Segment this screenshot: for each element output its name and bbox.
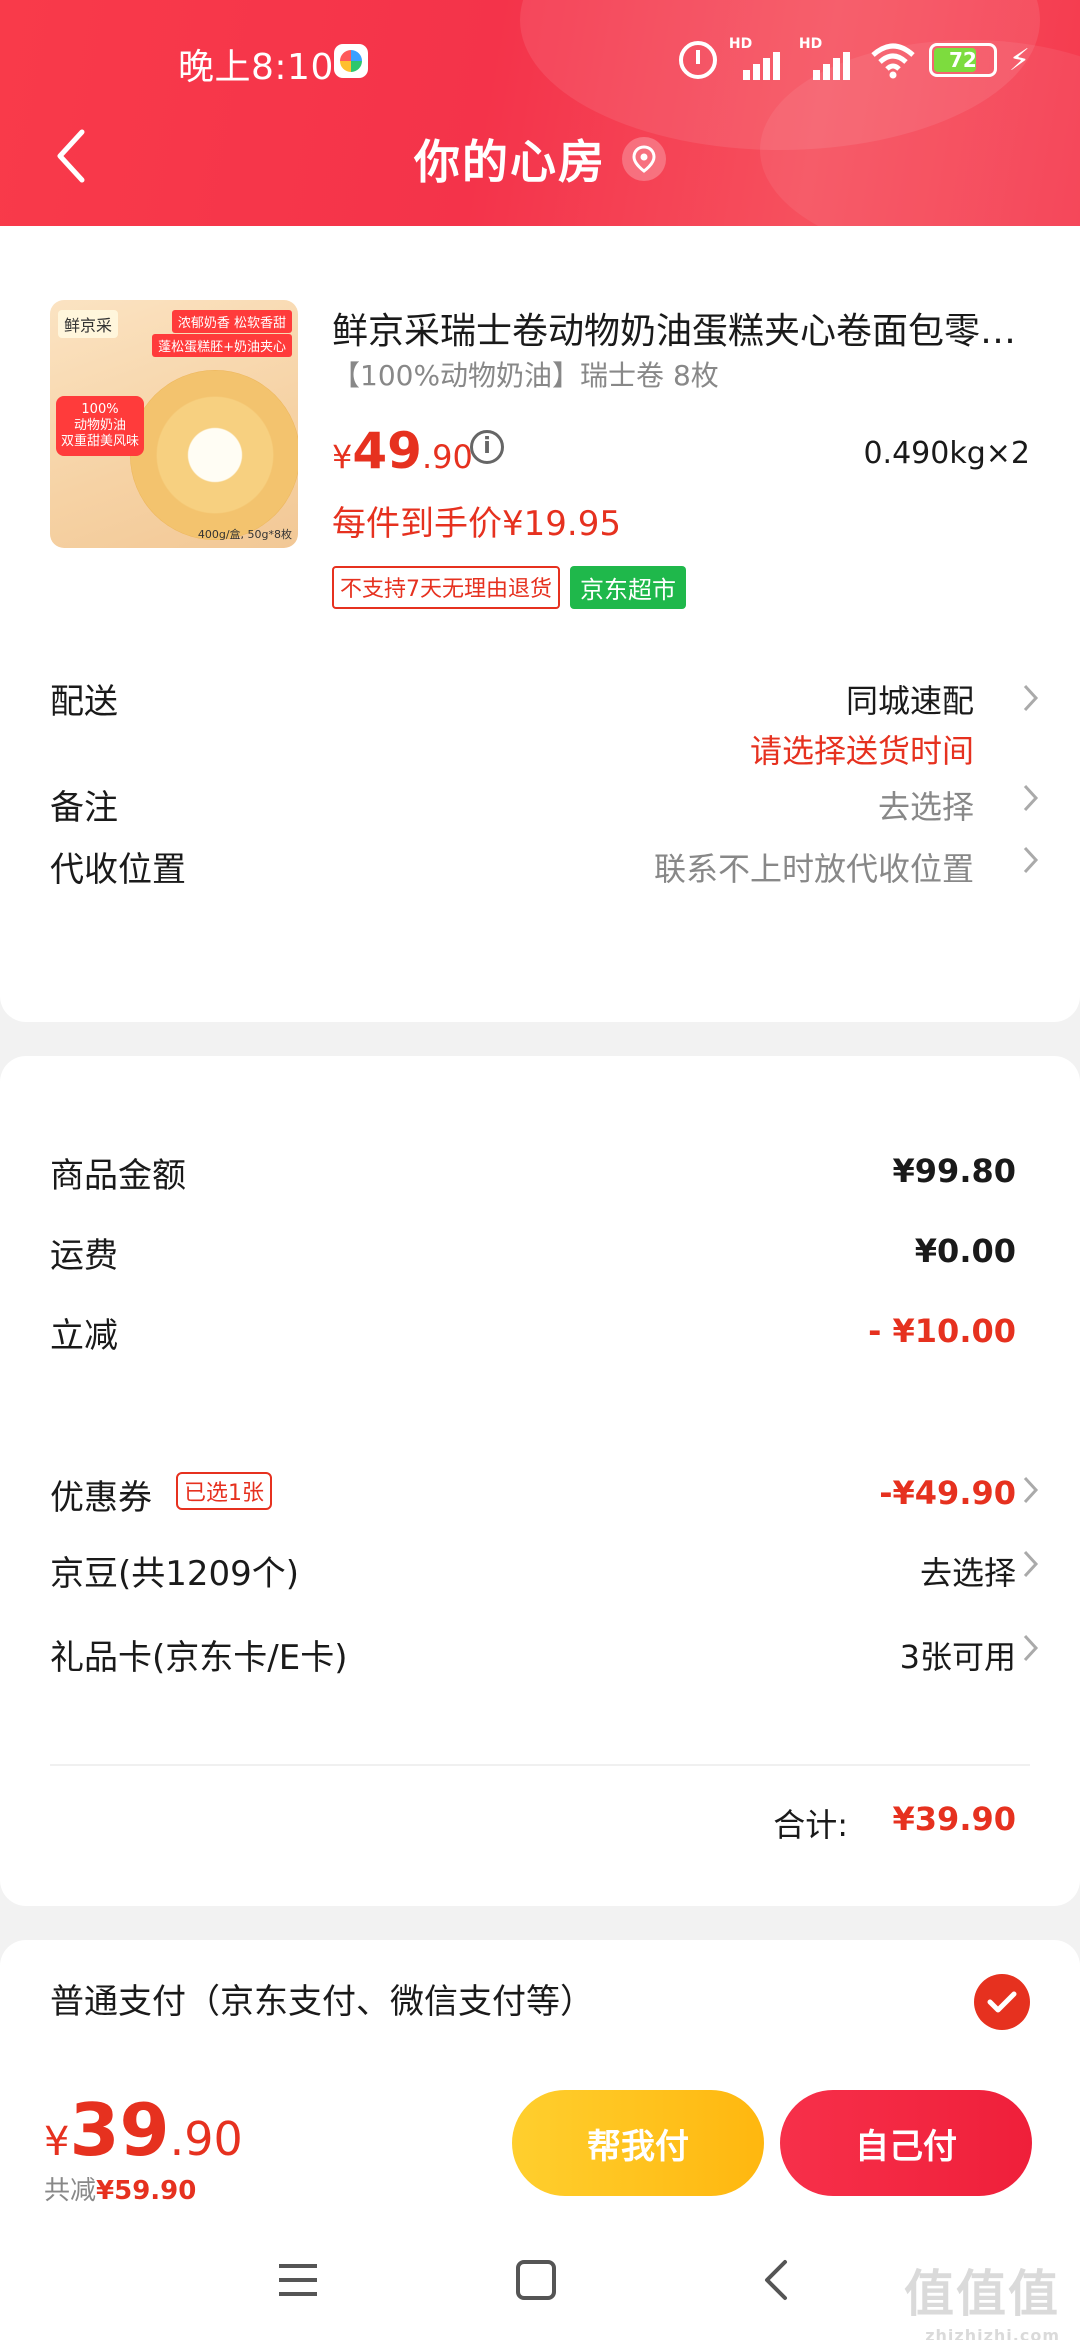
- coupon-label: 优惠券: [50, 1478, 152, 1518]
- giftcard-label: 礼品卡(京东卡/E卡): [50, 1638, 348, 1678]
- shipping-label: 运费: [50, 1236, 118, 1276]
- delivery-value[interactable]: 同城速配: [846, 676, 974, 722]
- delivery-time-hint[interactable]: 请选择送货时间: [750, 726, 974, 772]
- discount-value: - ¥10.00: [868, 1312, 1016, 1350]
- status-time: 晚上8:10: [178, 47, 334, 88]
- jingdou-value[interactable]: 去选择: [920, 1548, 1016, 1594]
- payment-method-card[interactable]: 普通支付（京东支付、微信支付等）: [0, 1940, 1080, 2070]
- delivery-label: 配送: [50, 682, 118, 722]
- giftcard-value[interactable]: 3张可用: [900, 1632, 1016, 1678]
- image-badge: 100% 动物奶油 双重甜美风味: [56, 396, 144, 456]
- product-quantity: 0.490kg×2: [863, 436, 1030, 471]
- address-title-bar[interactable]: 你的心房: [0, 126, 1080, 192]
- back-nav-icon[interactable]: [746, 2254, 806, 2306]
- collect-label: 代收位置: [50, 850, 186, 890]
- page-title: 你的心房: [414, 135, 606, 189]
- status-icons: HD HD 72 ⚡: [678, 36, 1030, 80]
- total-label: 合计:: [773, 1806, 848, 1844]
- goods-amount-label: 商品金额: [50, 1156, 186, 1196]
- charging-icon: ⚡: [1008, 42, 1030, 78]
- chevron-right-icon[interactable]: [1020, 678, 1042, 718]
- collect-value[interactable]: 联系不上时放代收位置: [654, 844, 974, 890]
- chevron-right-icon[interactable]: [1020, 778, 1042, 818]
- goods-amount-value: ¥99.80: [892, 1152, 1016, 1190]
- product-brand: 鲜京采: [58, 310, 119, 338]
- signal-icon: HD: [729, 36, 787, 80]
- product-tags: 不支持7天无理由退货 京东超市: [332, 566, 686, 609]
- battery-icon: 72: [928, 43, 997, 77]
- home-icon[interactable]: [506, 2254, 566, 2306]
- coupon-value[interactable]: -¥49.90: [879, 1474, 1016, 1512]
- image-tag: 蓬松蛋糕胚+奶油夹心: [152, 334, 292, 357]
- watermark: 值值值 zhizhizhi.com: [904, 2265, 1060, 2340]
- menu-icon[interactable]: [268, 2254, 328, 2306]
- note-label: 备注: [50, 788, 118, 828]
- alarm-icon: [678, 41, 717, 79]
- wifi-icon: [869, 41, 917, 79]
- product-title[interactable]: 鲜京采瑞士卷动物奶油蛋糕夹心卷面包零食早餐: [332, 302, 1032, 354]
- image-spec: 400g/盒, 50g*8枚: [197, 528, 292, 541]
- per-item-price: 每件到手价¥19.95: [332, 504, 621, 544]
- price-detail-card: 商品金额 ¥99.80 运费 ¥0.00 立减 - ¥10.00 优惠券 已选1…: [0, 1056, 1080, 1906]
- discount-label: 立减: [50, 1316, 118, 1356]
- product-price: ¥49.90: [332, 422, 473, 480]
- coupon-selected-tag: 已选1张: [176, 1472, 272, 1510]
- cake-roll-graphic: [130, 370, 298, 540]
- total-value: ¥39.90: [892, 1800, 1016, 1838]
- chevron-right-icon[interactable]: [1020, 840, 1042, 880]
- shipping-value: ¥0.00: [914, 1232, 1016, 1270]
- note-value[interactable]: 去选择: [878, 782, 974, 828]
- chevron-right-icon[interactable]: [1020, 1628, 1042, 1668]
- system-nav-bar: 值值值 zhizhizhi.com: [0, 2220, 1080, 2340]
- location-pin-icon: [622, 137, 666, 181]
- self-pay-button[interactable]: 自己付: [780, 2090, 1032, 2196]
- header: 晚上8:10 HD HD 72 ⚡ 你的心房: [0, 0, 1080, 226]
- payment-method-label: 普通支付（京东支付、微信支付等）: [50, 1982, 594, 2022]
- product-card: 鲜京采 浓郁奶香 松软香甜 蓬松蛋糕胚+奶油夹心 100% 动物奶油 双重甜美风…: [0, 226, 1080, 1022]
- chevron-right-icon[interactable]: [1020, 1470, 1042, 1510]
- info-icon[interactable]: i: [470, 430, 504, 464]
- store-tag: 京东超市: [570, 566, 686, 609]
- divider: [50, 1764, 1030, 1766]
- checkmark-icon[interactable]: [974, 1974, 1030, 2030]
- image-tag: 浓郁奶香 松软香甜: [171, 310, 292, 333]
- jingdou-label: 京豆(共1209个): [50, 1554, 300, 1594]
- checkout-bar: ¥39.90 共减¥59.90 帮我付 自己付: [0, 2070, 1080, 2220]
- bottom-total-price: ¥39.90: [44, 2088, 243, 2172]
- signal-icon: HD: [799, 36, 857, 80]
- help-pay-button[interactable]: 帮我付: [512, 2090, 764, 2196]
- chevron-right-icon[interactable]: [1020, 1544, 1042, 1584]
- no-return-tag: 不支持7天无理由退货: [332, 566, 560, 609]
- product-subtitle: 【100%动物奶油】瑞士卷 8枚: [332, 359, 719, 392]
- saved-amount: 共减¥59.90: [44, 2176, 197, 2206]
- app-notification-icon: [334, 44, 368, 78]
- product-image[interactable]: 鲜京采 浓郁奶香 松软香甜 蓬松蛋糕胚+奶油夹心 100% 动物奶油 双重甜美风…: [50, 300, 298, 548]
